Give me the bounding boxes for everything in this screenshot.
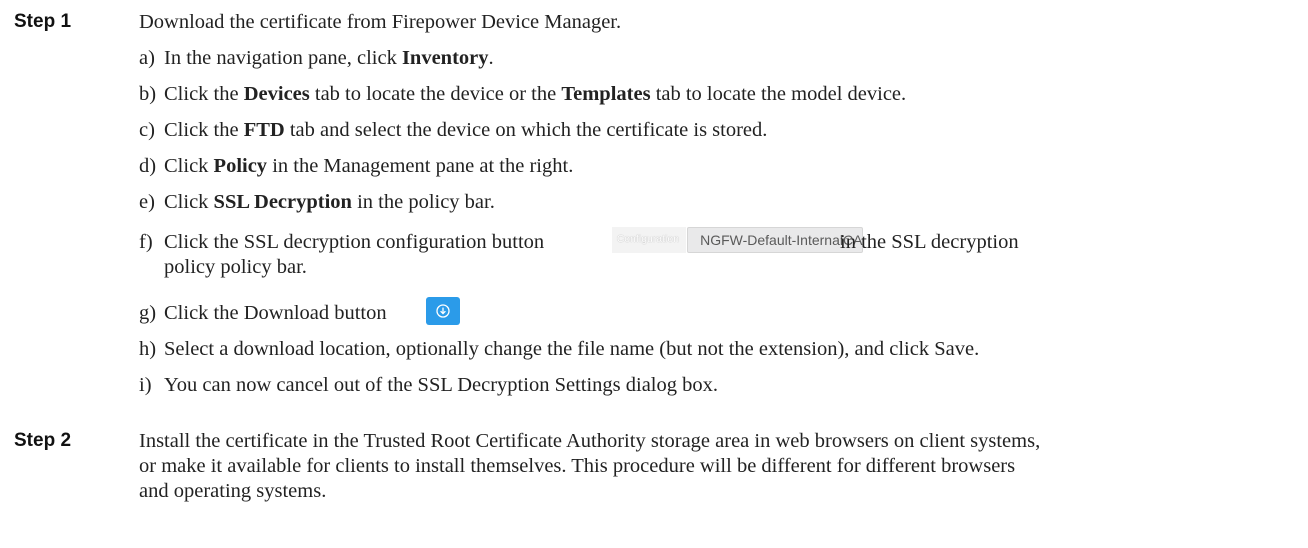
step-2-label: Step 2 [14,430,72,451]
list-item: h) Select a download location, optionally… [139,337,979,361]
list-item: c) Click the FTD tab and select the devic… [139,118,767,142]
item-text-end: . [488,47,494,69]
step-1-title: Download the certificate from Firepower … [139,11,622,33]
item-bold: SSL Decryption [213,191,352,213]
item-bold: Policy [213,155,268,177]
item-bold: Inventory [401,47,489,69]
item-bold-2: Templates [561,83,651,105]
config-value-label: NGFW-Default-InternalCA [687,227,864,253]
item-letter: c) [139,119,155,141]
item-letter: d) [139,155,157,177]
list-item: a) In the navigation pane, click Inventor… [139,46,494,70]
item-text-end: in the SSL decryption [840,231,1019,253]
item-bold: FTD [243,119,285,141]
item-text-mid: tab to locate the device or the [309,83,562,105]
item-text-end: tab and select the device on which the c… [284,119,768,141]
step-1-label: Step 1 [14,11,72,32]
download-button[interactable] [426,297,460,325]
item-text: You can now cancel out of the SSL Decryp… [164,374,719,396]
item-letter: e) [139,191,155,213]
item-text-end: in the Management pane at the right. [267,155,574,177]
item-text: Click the SSL decryption configuration b… [164,231,545,253]
item-text-end: in the policy bar. [351,191,495,213]
item-text: Click the Download button [164,302,387,324]
step-2-line-3: and operating systems. [139,480,327,502]
item-letter: g) [139,302,157,324]
list-item: f) Click the SSL decryption configuratio… [139,227,1289,254]
list-item-continuation: policy policy bar. [164,256,307,278]
item-bold: Devices [243,83,310,105]
step-2-line-1: Install the certificate in the Trusted R… [139,430,1041,452]
list-item: b) Click the Devices tab to locate the de… [139,82,906,106]
config-tab-label: Configuration [612,227,687,253]
item-text: Click [164,191,214,213]
list-item: e) Click SSL Decryption in the policy bar… [139,190,495,214]
item-letter: b) [139,83,157,105]
item-text: Click the [164,119,244,141]
item-letter: a) [139,47,155,69]
step-2-line-2: or make it available for clients to inst… [139,455,1016,477]
list-item: g) Click the Download button [139,297,460,325]
download-icon [436,304,450,318]
item-letter: h) [139,338,157,360]
list-item: d) Click Policy in the Management pane at… [139,154,573,178]
item-text: Click [164,155,214,177]
item-text-end: tab to locate the model device. [650,83,907,105]
item-text: In the navigation pane, click [164,47,402,69]
item-letter: f) [139,231,153,253]
item-text: Click the [164,83,244,105]
item-text: Select a download location, optionally c… [164,338,980,360]
list-item: i) You can now cancel out of the SSL Decr… [139,373,718,397]
item-letter: i) [139,374,152,396]
ssl-config-button[interactable]: Configuration NGFW-Default-InternalCA [612,227,864,253]
